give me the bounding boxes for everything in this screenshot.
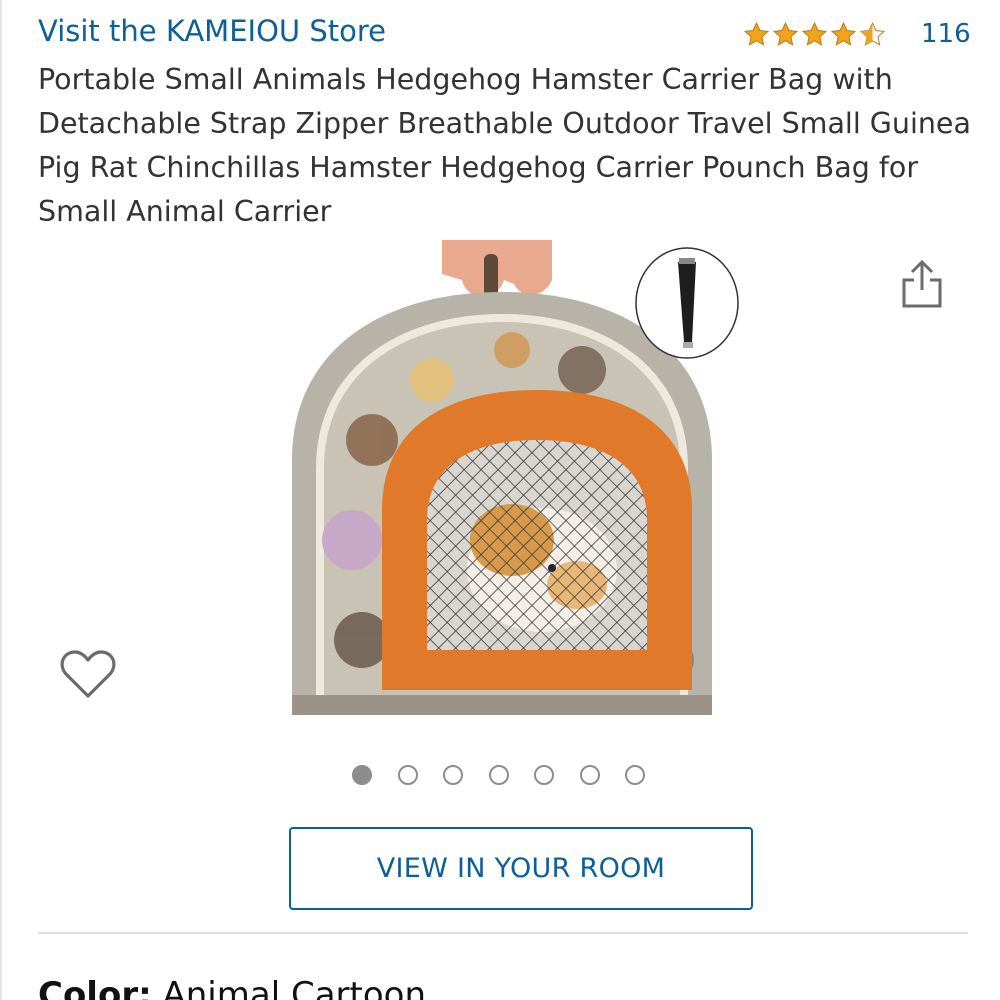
color-variation: Color: Animal Cartoon xyxy=(38,975,426,1000)
star-full-icon xyxy=(743,21,770,46)
pagination-dot[interactable] xyxy=(625,765,645,785)
view-in-your-room-button[interactable]: VIEW IN YOUR ROOM xyxy=(289,827,753,910)
divider xyxy=(38,932,968,934)
strap-inset-image xyxy=(635,247,739,359)
review-count[interactable]: 116 xyxy=(921,19,971,49)
rating-summary[interactable]: 116 xyxy=(742,16,971,52)
wishlist-button[interactable] xyxy=(56,644,120,704)
store-link[interactable]: Visit the KAMEIOU Store xyxy=(38,14,386,48)
share-button[interactable] xyxy=(894,256,950,312)
pagination-dot[interactable] xyxy=(443,765,463,785)
image-pagination xyxy=(352,765,671,785)
star-full-icon xyxy=(801,21,828,46)
star-rating xyxy=(742,20,887,49)
color-label: Color: xyxy=(38,975,152,1000)
star-full-icon xyxy=(830,21,857,46)
pagination-dot[interactable] xyxy=(534,765,554,785)
pagination-dot[interactable] xyxy=(352,765,372,785)
star-half-icon xyxy=(859,21,886,46)
product-title: Portable Small Animals Hedgehog Hamster … xyxy=(38,63,971,228)
pagination-dot[interactable] xyxy=(579,765,600,785)
color-value: Animal Cartoon xyxy=(162,975,427,1000)
share-icon xyxy=(902,259,942,308)
product-detail-page: Visit the KAMEIOU Store 116 Portable Sma… xyxy=(0,0,1000,1000)
star-full-icon xyxy=(772,21,799,46)
heart-icon xyxy=(60,650,116,698)
pagination-dot[interactable] xyxy=(397,765,418,785)
pagination-dot[interactable] xyxy=(488,765,509,785)
